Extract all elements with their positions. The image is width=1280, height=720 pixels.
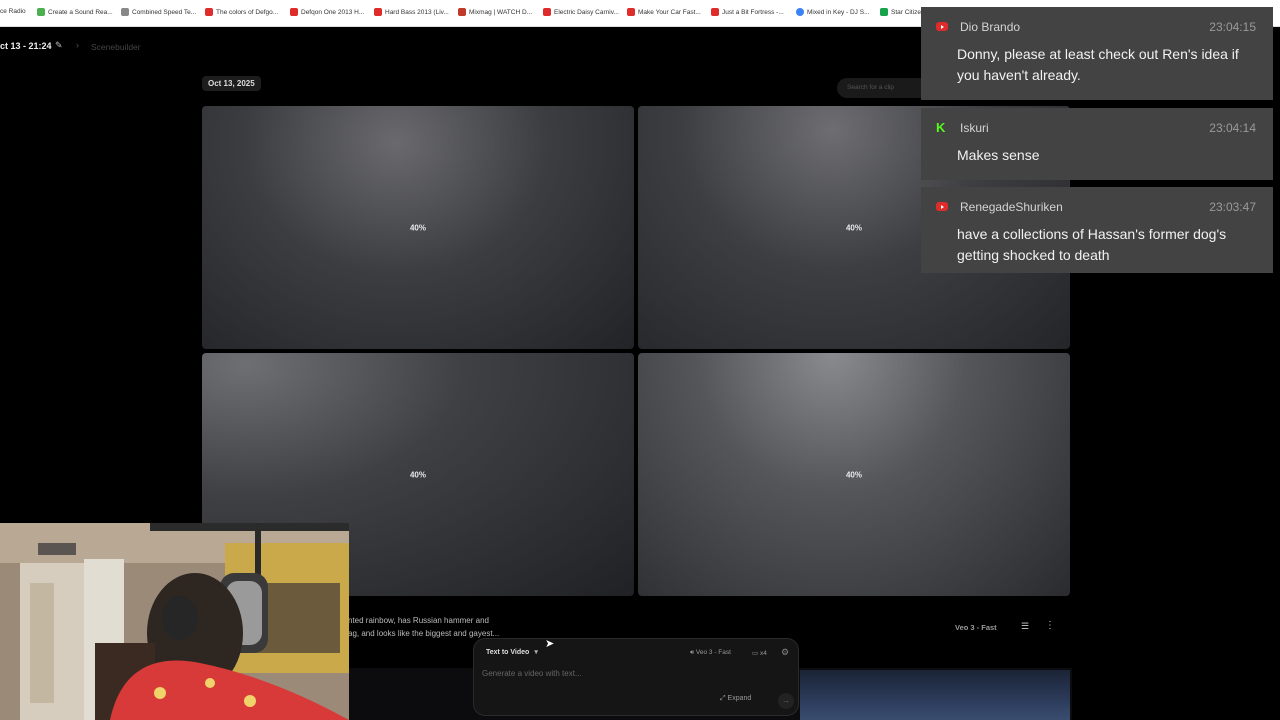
youtube-icon [543, 8, 551, 16]
expand-button[interactable]: ⤢ Expand [720, 695, 751, 703]
project-title: ct 13 - 21:24 [0, 41, 52, 51]
bookmark-item[interactable]: Star Citize [880, 8, 921, 16]
video-thumbnail[interactable] [800, 670, 1070, 720]
expand-label: Expand [727, 695, 752, 702]
date-chip: Oct 13, 2025 [202, 76, 261, 91]
youtube-icon [290, 8, 298, 16]
youtube-icon [205, 8, 213, 16]
bookmark-label: Electric Daisy Carniv... [554, 8, 619, 16]
youtube-icon [936, 202, 948, 211]
chat-time: 23:03:47 [1209, 200, 1256, 214]
chat-text: have a collections of Hassan's former do… [957, 226, 1227, 263]
favicon-icon [37, 8, 45, 16]
chat-message: K Iskuri 23:04:14 Makes sense [921, 108, 1273, 180]
breadcrumb[interactable]: Scenebuilder [91, 42, 141, 52]
video-tile[interactable]: 40% [638, 353, 1070, 596]
chevron-right-icon: › [76, 40, 79, 50]
count-selector[interactable]: ▭ x4 [752, 649, 767, 657]
bookmark-item[interactable]: Mixmag | WATCH D... [458, 8, 532, 16]
chat-text: Donny, please at least check out Ren's i… [957, 46, 1239, 83]
caret-down-icon: ▾ [534, 649, 538, 656]
bookmark-label: Mixmag | WATCH D... [469, 8, 533, 16]
chat-message: Dio Brando 23:04:15 Donny, please at lea… [921, 7, 1273, 100]
bookmark-item[interactable]: Mixed in Key - DJ S... [796, 8, 870, 16]
chat-message: RenegadeShuriken 23:03:47 have a collect… [921, 187, 1273, 273]
bookmark-label: ce Radio [0, 8, 26, 15]
bookmark-item[interactable]: Electric Daisy Carniv... [543, 8, 619, 16]
youtube-icon [711, 8, 719, 16]
send-arrow-icon[interactable]: → [778, 693, 794, 709]
youtube-icon [374, 8, 382, 16]
progress-label: 40% [845, 470, 862, 479]
mode-dropdown[interactable]: Text to Video ▾ [486, 648, 538, 656]
favicon-icon [121, 8, 129, 16]
webcam-feed [0, 523, 349, 720]
bookmark-label: The colors of Defgo... [216, 8, 279, 16]
generator-panel: Text to Video ▾ 🔊︎ Veo 3 - Fast ▭ x4 ⚙ Ge… [473, 638, 799, 716]
pencil-icon[interactable]: ✎ [55, 40, 63, 51]
more-vert-icon[interactable]: ⋮ [1045, 620, 1055, 631]
bookmark-label: Defqon One 2013 H... [301, 8, 365, 16]
list-icon[interactable]: ☰ [1021, 621, 1029, 632]
globe-icon [796, 8, 804, 16]
model-selector[interactable]: 🔊︎ Veo 3 - Fast [690, 649, 731, 657]
bookmark-label: Combined Speed Te... [132, 8, 197, 16]
clip-model-label: Veo 3 - Fast [955, 623, 997, 632]
bookmark-item[interactable]: Just a Bit Fortress -... [711, 8, 784, 16]
favicon-icon [880, 8, 888, 16]
model-label: Veo 3 - Fast [695, 649, 731, 656]
chat-username: RenegadeShuriken [960, 200, 1063, 214]
bookmark-label: Mixed in Key - DJ S... [807, 8, 870, 16]
progress-label: 40% [409, 470, 426, 479]
chat-username: Iskuri [960, 121, 989, 135]
chat-time: 23:04:14 [1209, 121, 1256, 135]
mode-label: Text to Video [486, 649, 530, 656]
video-tile[interactable]: 40% [202, 106, 634, 349]
chat-time: 23:04:15 [1209, 20, 1256, 34]
bookmark-label: Just a Bit Fortress -... [722, 8, 784, 16]
count-label: x4 [759, 650, 767, 657]
youtube-icon [936, 22, 948, 31]
bookmark-item[interactable]: Defqon One 2013 H... [290, 8, 364, 16]
bookmark-label: Make Your Car Fast... [638, 8, 701, 16]
clip-prompt: nted rainbow, has Russian hammer and ag,… [348, 614, 528, 640]
kick-icon: K [936, 120, 946, 135]
youtube-icon [627, 8, 635, 16]
bookmark-item[interactable]: Combined Speed Te... [121, 8, 196, 16]
bookmark-item[interactable]: The colors of Defgo... [205, 8, 278, 16]
bookmark-label: Create a Sound Rea... [48, 8, 113, 16]
webcam-image [0, 523, 349, 720]
progress-label: 40% [409, 223, 426, 232]
mixmag-icon [458, 8, 466, 16]
bookmark-label: Star Citize [891, 8, 921, 16]
bookmark-label: Hard Bass 2013 (Liv... [385, 8, 449, 16]
chat-username: Dio Brando [960, 20, 1021, 34]
bookmark-item[interactable]: Create a Sound Rea... [37, 8, 113, 16]
prompt-input[interactable]: Generate a video with text... [482, 669, 782, 683]
bookmark-item[interactable]: Make Your Car Fast... [627, 8, 701, 16]
chat-text: Makes sense [957, 147, 1040, 163]
settings-sliders-icon[interactable]: ⚙ [781, 647, 789, 658]
prompt-line: nted rainbow, has Russian hammer and [348, 616, 489, 625]
bookmark-item[interactable]: Hard Bass 2013 (Liv... [374, 8, 449, 16]
mouse-cursor-icon: ➤ [545, 638, 555, 650]
bookmark-item[interactable]: ce Radio [0, 8, 26, 15]
